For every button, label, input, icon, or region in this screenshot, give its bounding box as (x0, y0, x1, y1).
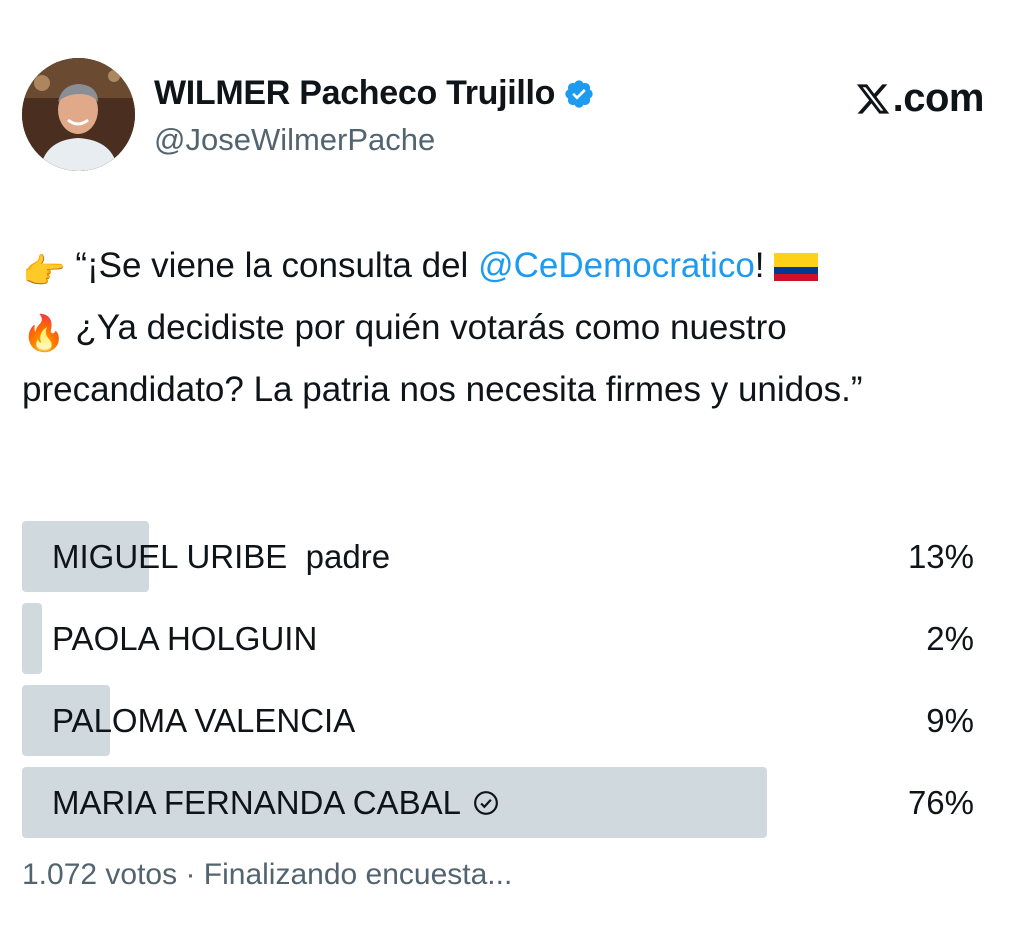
author-avatar[interactable] (22, 58, 135, 171)
avatar-photo (22, 58, 135, 171)
poll-option-percent: 13% (907, 538, 974, 575)
pointing-hand-emoji: 👉 (22, 252, 66, 291)
tweet-text: 👉 “¡Se viene la consulta del @CeDemocrat… (22, 238, 1002, 418)
poll-option-label: MIGUEL URIBE padre (52, 521, 390, 592)
poll-option-percent: 76% (907, 784, 974, 821)
poll-footer: 1.072 votos · Finalizando encuesta... (22, 858, 513, 891)
x-com-logo: .com (855, 76, 985, 121)
poll-option-text: MIGUEL URIBE padre (52, 538, 391, 575)
author-name[interactable]: WILMER Pacheco Trujillo (154, 74, 595, 113)
tweet-text-part3: ¿Ya decidiste por quién votarás como nue… (22, 308, 863, 409)
poll-option-text: MARIA FERNANDA CABAL (52, 784, 461, 821)
poll-option-label: PAOLA HOLGUIN (52, 603, 317, 674)
winner-check-icon (474, 790, 498, 815)
colombia-flag-icon (774, 253, 819, 281)
poll-option-percent: 9% (926, 702, 974, 739)
mention-link[interactable]: @CeDemocratico (478, 246, 755, 285)
tweet-text-part2: ! (754, 246, 775, 285)
poll: MIGUEL URIBE padre 13% PAOLA HOLGUIN 2% PALO… (22, 521, 974, 849)
poll-option: MIGUEL URIBE padre 13% (22, 521, 974, 592)
x-logo-icon (856, 83, 889, 114)
logo-domain-text: .com (892, 76, 985, 120)
poll-option-label: MARIA FERNANDA CABAL (52, 767, 499, 838)
tweet-text-part1: “¡Se viene la consulta del (75, 246, 479, 285)
poll-option-percent: 2% (926, 620, 974, 657)
poll-option: PALOMA VALENCIA 9% (22, 685, 974, 756)
poll-option: MARIA FERNANDA CABAL 76% (22, 767, 974, 838)
verified-badge-icon (565, 79, 593, 108)
author-display-name: WILMER Pacheco Trujillo (154, 74, 556, 112)
poll-option-text: PALOMA VALENCIA (52, 702, 356, 739)
poll-option-bar (22, 603, 42, 674)
author-handle[interactable]: @JoseWilmerPache (154, 122, 435, 158)
poll-option-label: PALOMA VALENCIA (52, 685, 355, 756)
fire-emoji: 🔥 (22, 314, 66, 353)
poll-option-text: PAOLA HOLGUIN (52, 620, 318, 657)
poll-option: PAOLA HOLGUIN 2% (22, 603, 974, 674)
